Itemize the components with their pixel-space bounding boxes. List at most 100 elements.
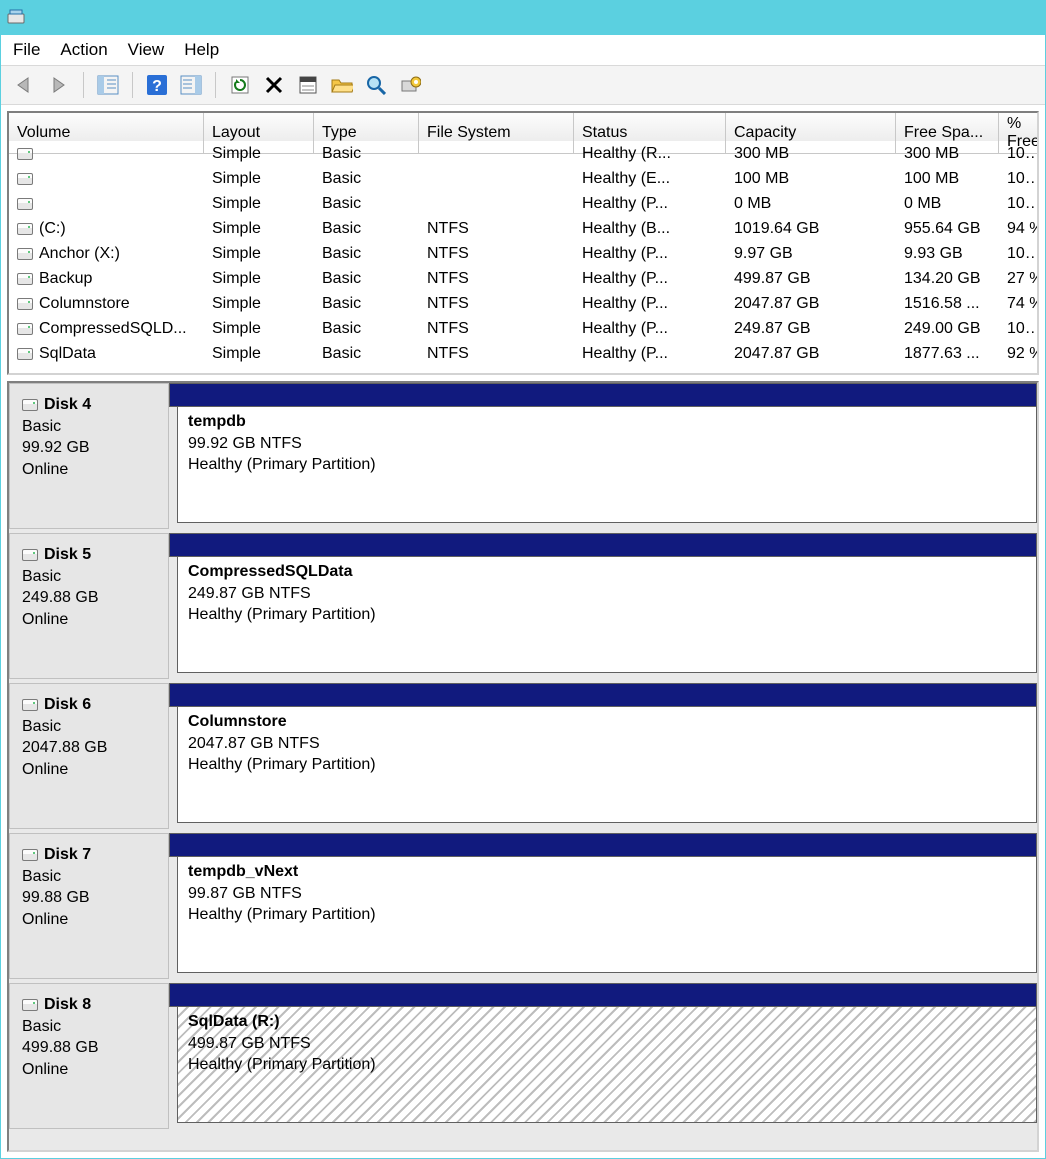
volume-name-cell	[9, 198, 204, 210]
volume-capacity-cell: 1019.64 GB	[726, 220, 896, 238]
disk-status: Online	[22, 1059, 156, 1081]
volume-free-cell: 9.93 GB	[896, 245, 999, 263]
volume-layout-cell: Simple	[204, 195, 314, 213]
disk-type: Basic	[22, 566, 156, 588]
disk-partition-area: Columnstore 2047.87 GB NTFS Healthy (Pri…	[169, 683, 1037, 829]
partition-health: Healthy (Primary Partition)	[188, 904, 1026, 926]
properties-button[interactable]	[294, 71, 322, 99]
volume-capacity-cell: 499.87 GB	[726, 270, 896, 288]
volume-row[interactable]: Simple Basic Healthy (R... 300 MB 300 MB…	[9, 141, 1037, 166]
volume-free-cell: 249.00 GB	[896, 320, 999, 338]
disk-icon	[22, 549, 38, 561]
search-button[interactable]	[362, 71, 390, 99]
disk-info[interactable]: Disk 7 Basic 99.88 GB Online	[9, 833, 169, 979]
volume-pct-cell: 74 %	[999, 295, 1037, 313]
volume-pct-cell: 94 %	[999, 220, 1037, 238]
volume-name-label: (C:)	[39, 220, 66, 238]
menu-help[interactable]: Help	[184, 40, 219, 60]
partition-size: 99.92 GB NTFS	[188, 433, 1026, 455]
svg-text:?: ?	[152, 78, 162, 95]
volume-layout-cell: Simple	[204, 295, 314, 313]
partition-box[interactable]: CompressedSQLData 249.87 GB NTFS Healthy…	[177, 557, 1037, 673]
volume-row[interactable]: Simple Basic Healthy (E... 100 MB 100 MB…	[9, 166, 1037, 191]
menu-file[interactable]: File	[13, 40, 40, 60]
disk-title: Disk 8	[22, 994, 156, 1016]
disk-partition-bar	[169, 383, 1037, 407]
volume-name-cell: Backup	[9, 270, 204, 288]
partition-box[interactable]: SqlData (R:) 499.87 GB NTFS Healthy (Pri…	[177, 1007, 1037, 1123]
volume-layout-cell: Simple	[204, 145, 314, 163]
disk-info[interactable]: Disk 6 Basic 2047.88 GB Online	[9, 683, 169, 829]
volume-row[interactable]: Anchor (X:) Simple Basic NTFS Healthy (P…	[9, 241, 1037, 266]
disk-size: 99.92 GB	[22, 437, 156, 459]
volume-row[interactable]: Simple Basic Healthy (P... 0 MB 0 MB 100…	[9, 191, 1037, 216]
volume-type-cell: Basic	[314, 345, 419, 363]
volume-fs-cell: NTFS	[419, 320, 574, 338]
volume-free-cell: 1877.63 ...	[896, 345, 999, 363]
disk-title: Disk 4	[22, 394, 156, 416]
show-panel-button[interactable]	[94, 71, 122, 99]
volume-free-cell: 100 MB	[896, 170, 999, 188]
drive-icon	[17, 223, 33, 235]
drive-icon	[17, 148, 33, 160]
disk-icon	[22, 699, 38, 711]
volume-type-cell: Basic	[314, 270, 419, 288]
partition-name: tempdb_vNext	[188, 861, 1026, 883]
forward-button[interactable]	[45, 71, 73, 99]
volume-status-cell: Healthy (P...	[574, 270, 726, 288]
volume-status-cell: Healthy (P...	[574, 295, 726, 313]
menu-view[interactable]: View	[128, 40, 165, 60]
drive-icon	[17, 273, 33, 285]
volume-type-cell: Basic	[314, 145, 419, 163]
volume-row[interactable]: CompressedSQLD... Simple Basic NTFS Heal…	[9, 316, 1037, 341]
disk-title: Disk 5	[22, 544, 156, 566]
volume-capacity-cell: 2047.87 GB	[726, 295, 896, 313]
drive-icon	[17, 323, 33, 335]
drive-icon	[17, 248, 33, 260]
volume-layout-cell: Simple	[204, 345, 314, 363]
disk-info[interactable]: Disk 5 Basic 249.88 GB Online	[9, 533, 169, 679]
volume-name-label: CompressedSQLD...	[39, 320, 187, 338]
volume-row[interactable]: (C:) Simple Basic NTFS Healthy (B... 101…	[9, 216, 1037, 241]
volume-pct-cell: 92 %	[999, 345, 1037, 363]
partition-box[interactable]: Columnstore 2047.87 GB NTFS Healthy (Pri…	[177, 707, 1037, 823]
volume-row[interactable]: SqlData Simple Basic NTFS Healthy (P... …	[9, 341, 1037, 366]
open-button[interactable]	[328, 71, 356, 99]
volume-type-cell: Basic	[314, 320, 419, 338]
disk-title: Disk 7	[22, 844, 156, 866]
details-panel-button[interactable]	[177, 71, 205, 99]
volume-row[interactable]: Columnstore Simple Basic NTFS Healthy (P…	[9, 291, 1037, 316]
app-icon	[7, 9, 25, 27]
disk-type: Basic	[22, 416, 156, 438]
volume-status-cell: Healthy (P...	[574, 320, 726, 338]
volume-row[interactable]: Backup Simple Basic NTFS Healthy (P... 4…	[9, 266, 1037, 291]
disk-status: Online	[22, 759, 156, 781]
volume-free-cell: 134.20 GB	[896, 270, 999, 288]
drive-icon	[17, 298, 33, 310]
refresh-button[interactable]	[226, 71, 254, 99]
disk-info[interactable]: Disk 4 Basic 99.92 GB Online	[9, 383, 169, 529]
volume-capacity-cell: 2047.87 GB	[726, 345, 896, 363]
volume-type-cell: Basic	[314, 220, 419, 238]
volume-free-cell: 1516.58 ...	[896, 295, 999, 313]
volume-type-cell: Basic	[314, 245, 419, 263]
disk-title-label: Disk 5	[44, 544, 91, 566]
help-button[interactable]: ?	[143, 71, 171, 99]
volume-name-cell	[9, 148, 204, 160]
back-button[interactable]	[11, 71, 39, 99]
volume-fs-cell: NTFS	[419, 295, 574, 313]
disk-size: 249.88 GB	[22, 587, 156, 609]
titlebar[interactable]	[1, 1, 1045, 35]
delete-button[interactable]	[260, 71, 288, 99]
disk-info[interactable]: Disk 8 Basic 499.88 GB Online	[9, 983, 169, 1129]
volume-name-cell: CompressedSQLD...	[9, 320, 204, 338]
disk-type: Basic	[22, 866, 156, 888]
partition-name: tempdb	[188, 411, 1026, 433]
partition-box[interactable]: tempdb_vNext 99.87 GB NTFS Healthy (Prim…	[177, 857, 1037, 973]
menu-action[interactable]: Action	[60, 40, 107, 60]
partition-box[interactable]: tempdb 99.92 GB NTFS Healthy (Primary Pa…	[177, 407, 1037, 523]
disk-title-label: Disk 8	[44, 994, 91, 1016]
disk-type: Basic	[22, 1016, 156, 1038]
volume-layout-cell: Simple	[204, 245, 314, 263]
settings-button[interactable]	[396, 71, 424, 99]
